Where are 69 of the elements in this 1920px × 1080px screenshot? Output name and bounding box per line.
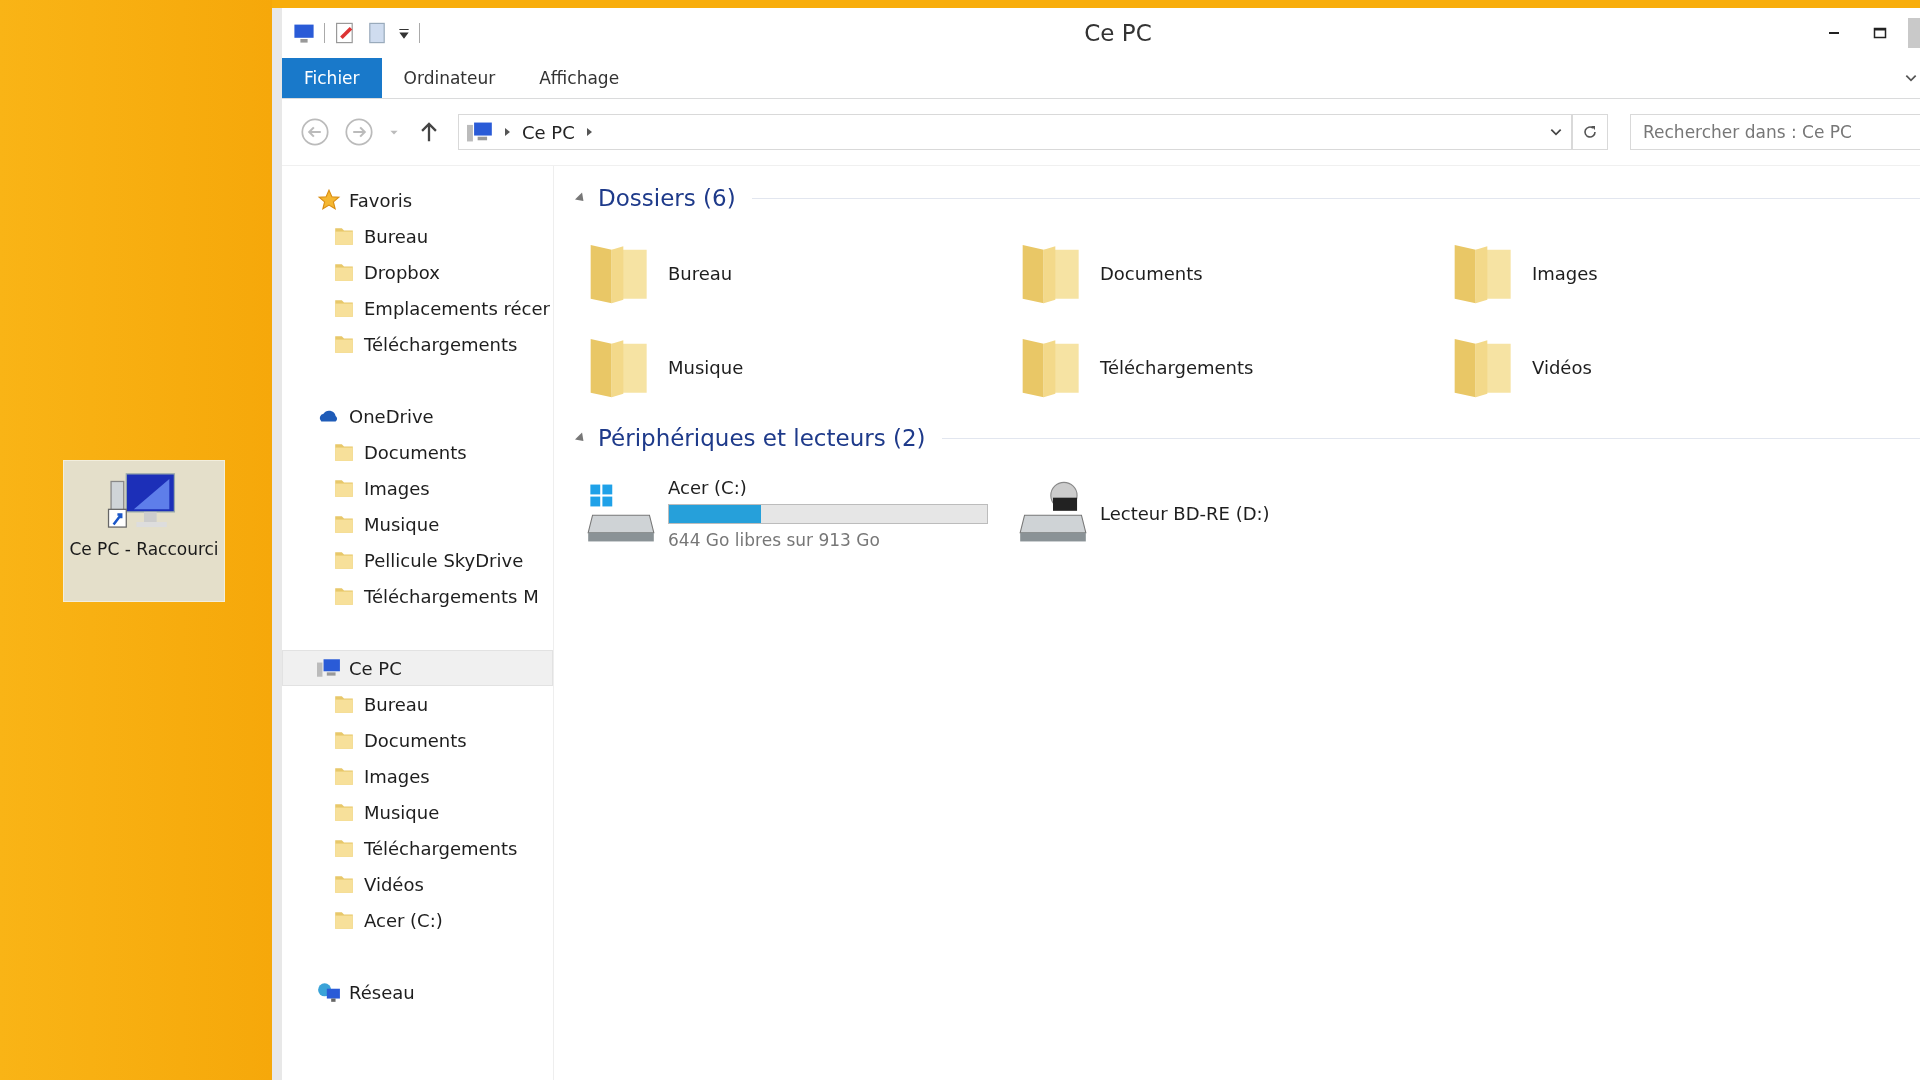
folder-icon — [332, 549, 356, 571]
minimize-icon — [1828, 32, 1840, 34]
folder-icon — [332, 333, 356, 355]
folder-icon — [332, 513, 356, 535]
group-header[interactable]: Dossiers (6) — [576, 180, 1920, 216]
nav-item[interactable]: Documents — [282, 434, 553, 470]
folder-icon — [332, 729, 356, 751]
desktop-shortcut[interactable]: Ce PC - Raccourci — [63, 460, 225, 602]
nav-item[interactable]: Téléchargements — [282, 326, 553, 362]
dropdown-icon[interactable] — [397, 26, 411, 40]
nav-item[interactable]: Acer (C:) — [282, 902, 553, 938]
folder-item[interactable]: Documents — [1018, 226, 1450, 320]
free-space-text: 644 Go libres sur 913 Go — [668, 529, 881, 550]
drive-name: Lecteur BD-RE (D:) — [1100, 502, 1270, 524]
search-field[interactable]: Rechercher dans : Ce PC — [1630, 114, 1920, 150]
folder-icon — [332, 261, 356, 283]
breadcrumb[interactable]: Ce PC — [522, 121, 575, 143]
folder-icon — [332, 801, 356, 823]
ribbon-tab[interactable]: Ordinateur — [381, 58, 518, 98]
computer-icon — [467, 120, 493, 144]
address-bar[interactable]: Ce PC — [458, 114, 1572, 150]
nav-item[interactable]: Emplacements récer — [282, 290, 553, 326]
folder-item[interactable]: Vidéos — [1450, 320, 1882, 414]
folder-icon — [332, 441, 356, 463]
folder-icon — [332, 765, 356, 787]
refresh-button[interactable] — [1572, 114, 1608, 150]
folder-icon — [332, 837, 356, 859]
nav-item[interactable]: Réseau — [282, 974, 553, 1010]
nav-item[interactable]: OneDrive — [282, 398, 553, 434]
shortcut-label: Ce PC - Raccourci — [69, 539, 219, 560]
nav-item[interactable]: Musique — [282, 506, 553, 542]
folder-icon — [332, 297, 356, 319]
refresh-icon — [1582, 124, 1598, 140]
star-icon — [317, 189, 341, 211]
nav-item[interactable]: Bureau — [282, 218, 553, 254]
chevron-icon[interactable] — [505, 128, 510, 136]
ribbon-tab[interactable]: Fichier — [282, 58, 382, 98]
folder-item[interactable]: Musique — [586, 320, 1018, 414]
nav-item[interactable]: Musique — [282, 794, 553, 830]
nav-item[interactable]: Dropbox — [282, 254, 553, 290]
drive-name: Acer (C:) — [668, 476, 748, 498]
folder-icon — [332, 873, 356, 895]
folder-icon — [332, 909, 356, 931]
nav-item[interactable]: Images — [282, 758, 553, 794]
group-header[interactable]: Périphériques et lecteurs (2) — [576, 420, 1920, 456]
nav-item[interactable]: Téléchargements — [282, 830, 553, 866]
maximize-icon — [1873, 26, 1887, 40]
folder-icon — [332, 693, 356, 715]
nav-item[interactable]: Pellicule SkyDrive — [282, 542, 553, 578]
chevron-icon[interactable] — [586, 128, 592, 136]
folder-item[interactable]: Bureau — [586, 226, 1018, 320]
drive-item[interactable]: Acer (C:) 644 Go libres sur 913 Go — [586, 466, 1018, 560]
network-icon — [317, 981, 341, 1003]
nav-item[interactable]: Téléchargements M — [282, 578, 553, 614]
folder-icon — [332, 225, 356, 247]
drive-item[interactable]: Lecteur BD-RE (D:) — [1018, 466, 1450, 560]
nav-item[interactable]: Vidéos — [282, 866, 553, 902]
folder-item[interactable]: Téléchargements — [1018, 320, 1450, 414]
nav-item[interactable]: Bureau — [282, 686, 553, 722]
nav-item[interactable]: Ce PC — [282, 650, 553, 686]
nav-item[interactable]: Favoris — [282, 182, 553, 218]
nav-item[interactable]: Documents — [282, 722, 553, 758]
folder-item[interactable]: Images — [1450, 226, 1882, 320]
ribbon-tab[interactable]: Affichage — [517, 58, 642, 98]
nav-item[interactable]: Images — [282, 470, 553, 506]
window-title: Ce PC — [1083, 20, 1153, 46]
computer-icon — [317, 657, 341, 679]
folder-icon — [332, 585, 356, 607]
folder-icon — [332, 477, 356, 499]
